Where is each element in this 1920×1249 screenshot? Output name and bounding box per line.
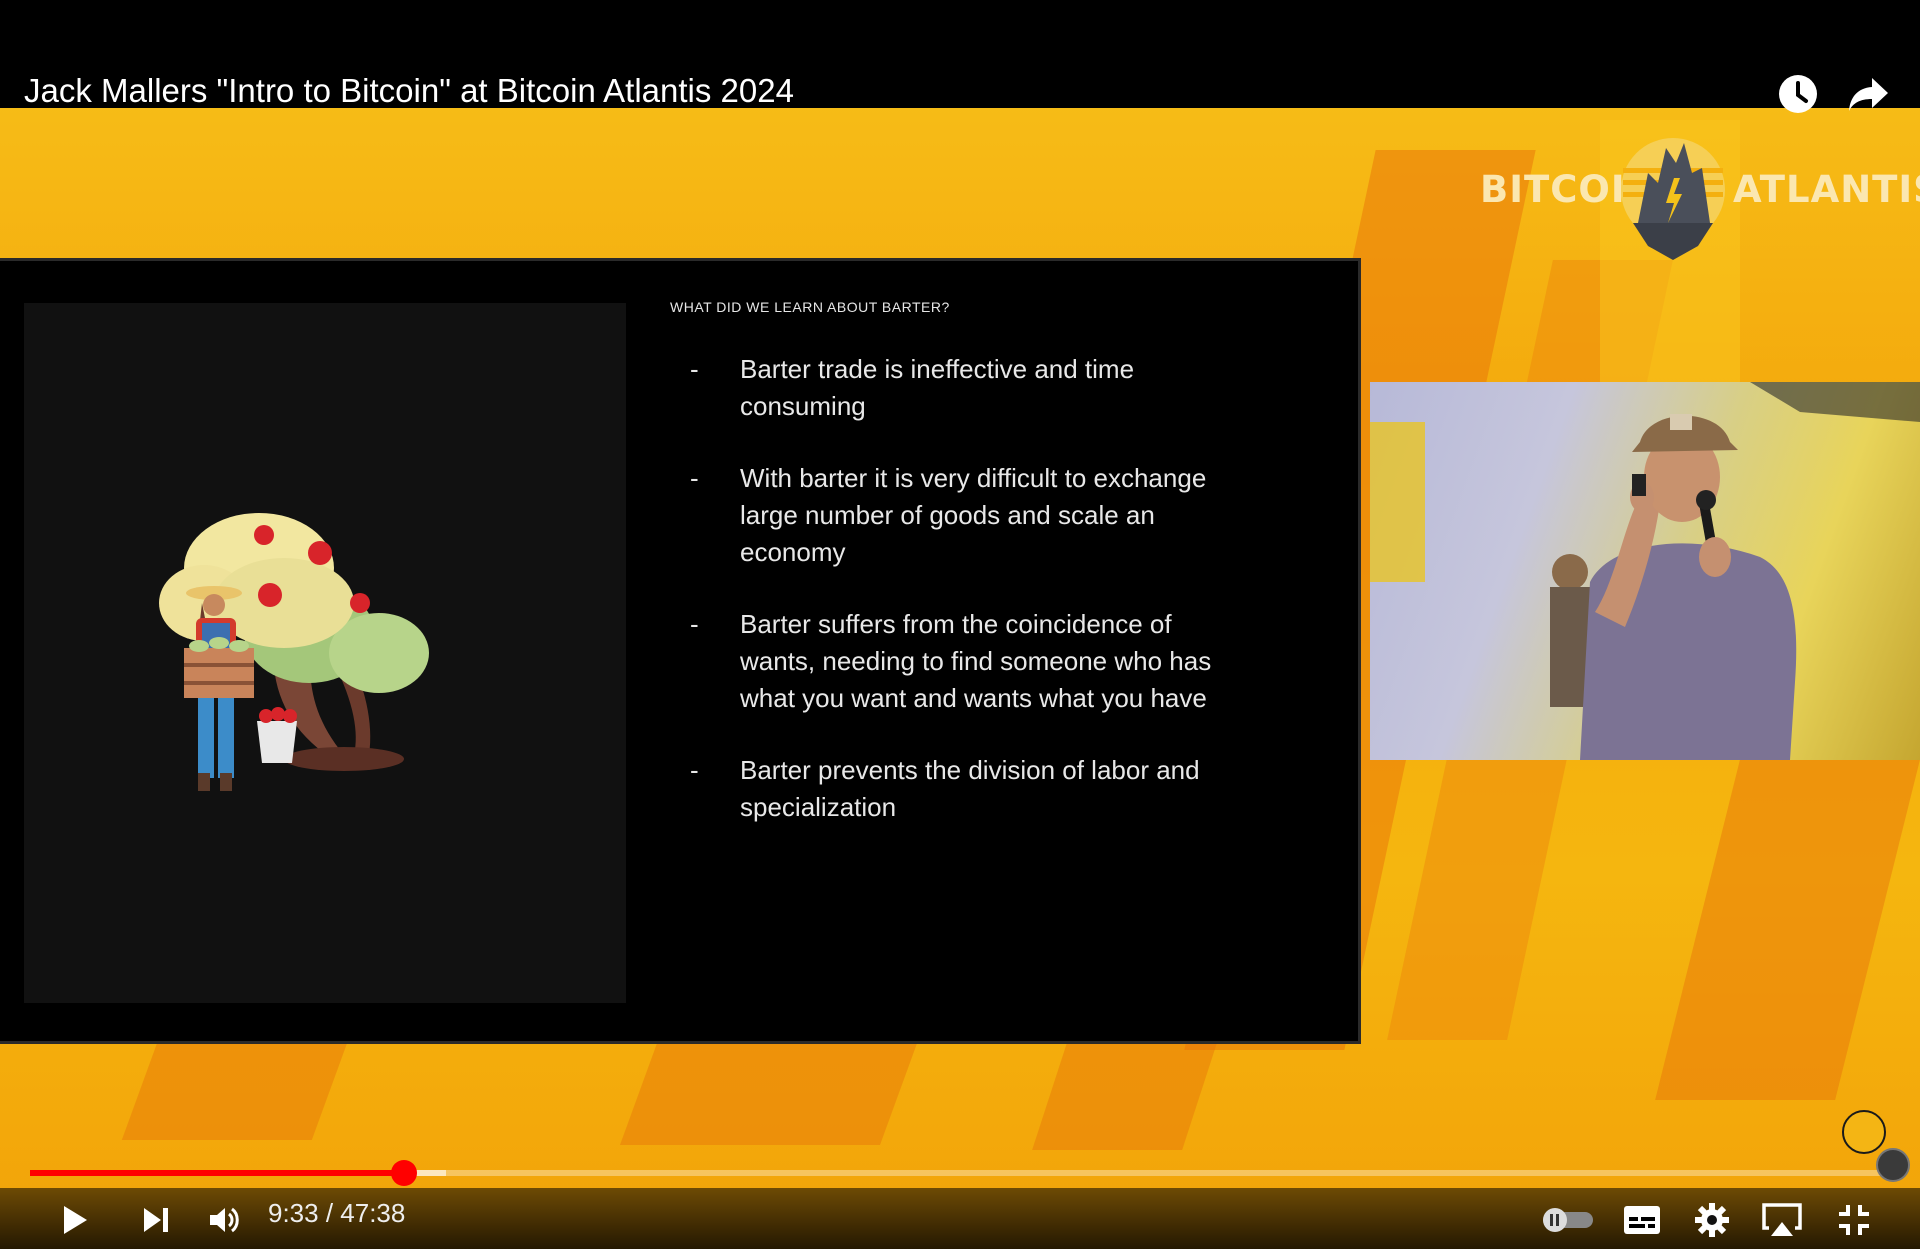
settings-icon[interactable] [1688,1196,1736,1244]
airplay-icon[interactable] [1758,1196,1806,1244]
play-icon[interactable] [50,1196,98,1244]
slide-heading: WHAT DID WE LEARN ABOUT BARTER? [670,299,950,315]
video-title[interactable]: Jack Mallers "Intro to Bitcoin" at Bitco… [24,72,794,110]
logo-emblem-icon [1621,138,1725,260]
slide-bullet: - Barter trade is ineffective and time co… [690,351,1250,425]
speaker-image [1370,382,1920,760]
slide-illustration [24,303,626,1003]
bullet-marker: - [690,354,699,384]
progress-bar[interactable] [30,1160,1890,1186]
bullet-marker: - [690,755,699,785]
slide-bullet-text: Barter suffers from the coincidence of w… [740,609,1212,713]
presentation-slide: WHAT DID WE LEARN ABOUT BARTER? - Barter … [0,258,1361,1044]
scrubber-handle[interactable] [391,1160,418,1186]
exit-fullscreen-icon[interactable] [1830,1196,1878,1244]
background-shape [121,1040,349,1140]
volume-icon[interactable] [200,1196,248,1244]
background-shape [1655,740,1920,1100]
channel-watermark-avatar[interactable] [1842,1110,1886,1154]
slide-bullet: - Barter suffers from the coincidence of … [690,606,1250,717]
slide-bullet: - With barter it is very difficult to exc… [690,460,1250,571]
watch-later-icon[interactable] [1776,72,1820,116]
bullet-marker: - [690,463,699,493]
slide-bullet-text: With barter it is very difficult to exch… [740,463,1207,567]
chapter-icon[interactable] [1876,1148,1910,1182]
farmer-apple-tree-illustration [159,513,429,791]
bullet-marker: - [690,609,699,639]
autoplay-toggle-icon[interactable] [1540,1196,1596,1244]
next-icon[interactable] [132,1196,180,1244]
speaker-camera-inset [1370,382,1920,760]
subtitles-icon[interactable] [1618,1196,1666,1244]
event-logo: BITCOIN ATLANTIS [1478,128,1920,263]
logo-word-right: ATLANTIS [1733,168,1920,211]
slide-bullet: - Barter prevents the division of labor a… [690,752,1250,826]
played-bar [30,1170,405,1176]
slide-bullet-text: Barter trade is ineffective and time con… [740,354,1135,421]
background-shape [1032,1040,1218,1150]
time-display: 9:33 / 47:38 [268,1198,406,1228]
video-frame[interactable]: BITCOIN ATLANTIS [0,0,1920,1249]
background-shape [619,1035,921,1145]
slide-bullet-text: Barter prevents the division of labor an… [740,755,1200,822]
slide-bullet-list: - Barter trade is ineffective and time co… [690,351,1250,861]
share-icon[interactable] [1846,72,1890,116]
